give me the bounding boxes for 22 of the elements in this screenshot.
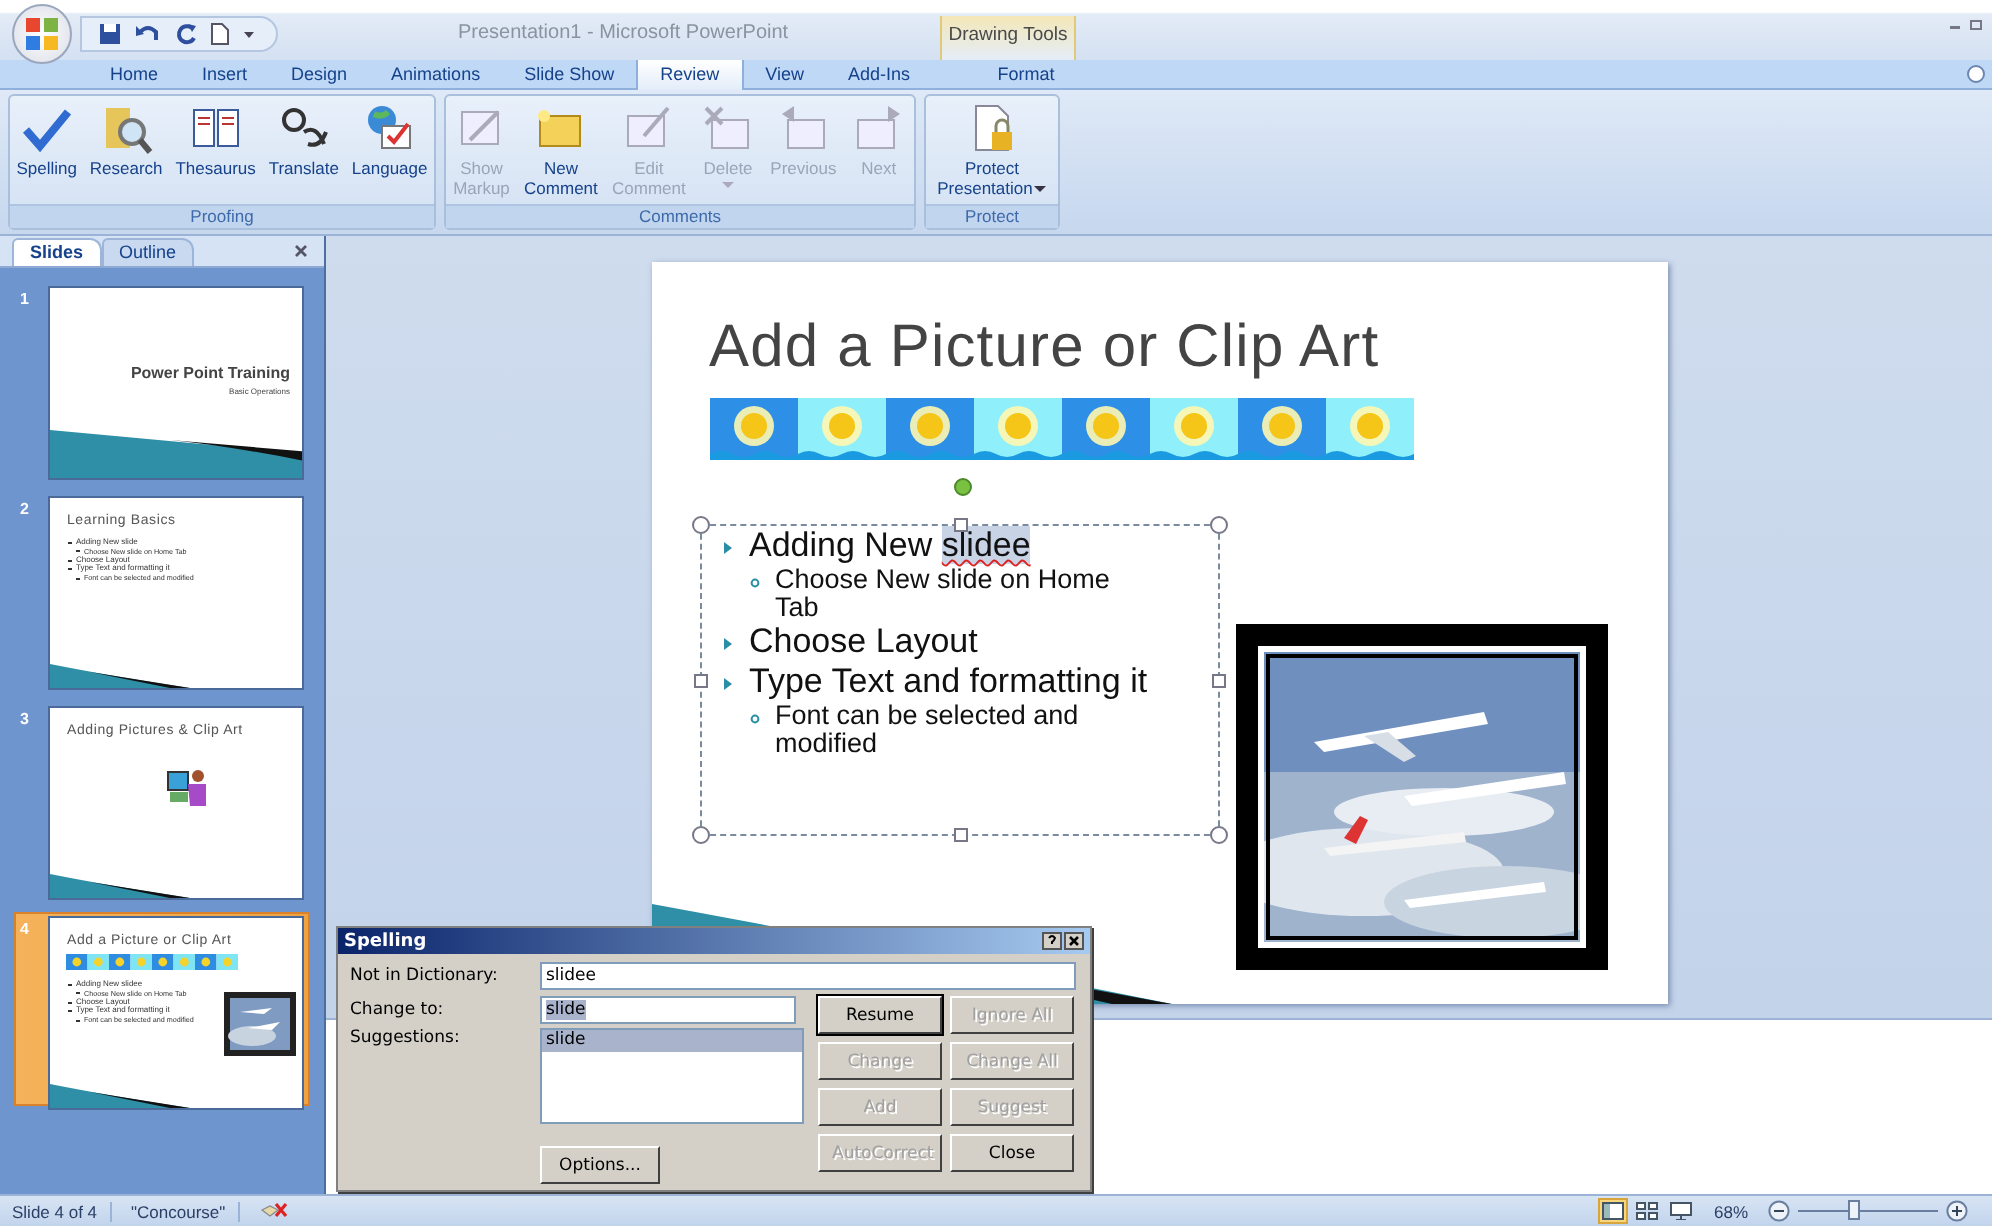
group-label: Comments: [446, 204, 914, 228]
field-label: Change to:: [350, 1000, 446, 1020]
dialog-title: Spelling: [344, 931, 427, 951]
slide-number: 4: [20, 920, 31, 938]
field-label: Not in Dictionary:: [350, 966, 500, 986]
group-label: Protect: [926, 204, 1058, 228]
slide-number: 1: [20, 290, 31, 308]
bullet-text: Type Text and formatting it: [749, 662, 1150, 702]
slide-title: Add a Picture or Clip Art: [709, 314, 1382, 382]
bullet-text: Adding New slidee: [749, 526, 1033, 566]
slide-count: Slide 4 of 4: [0, 1201, 112, 1221]
field-label: Suggestions:: [350, 1028, 462, 1048]
theme-name: "Concourse": [119, 1201, 240, 1221]
bullet-text: Choose Layout: [749, 622, 980, 662]
bullet-text: Font can be selected and modified: [775, 702, 1081, 758]
slide-number: 2: [20, 500, 31, 518]
thumbnail-title: Power Point Training: [128, 364, 290, 382]
slide-number: 3: [20, 710, 31, 728]
window-title: Presentation1 - Microsoft PowerPoint: [458, 22, 789, 44]
contextual-tab-header: Drawing Tools: [940, 16, 1076, 60]
bullet-text: Choose New slide on Home Tab: [775, 566, 1112, 622]
group-label: Proofing: [10, 204, 434, 228]
